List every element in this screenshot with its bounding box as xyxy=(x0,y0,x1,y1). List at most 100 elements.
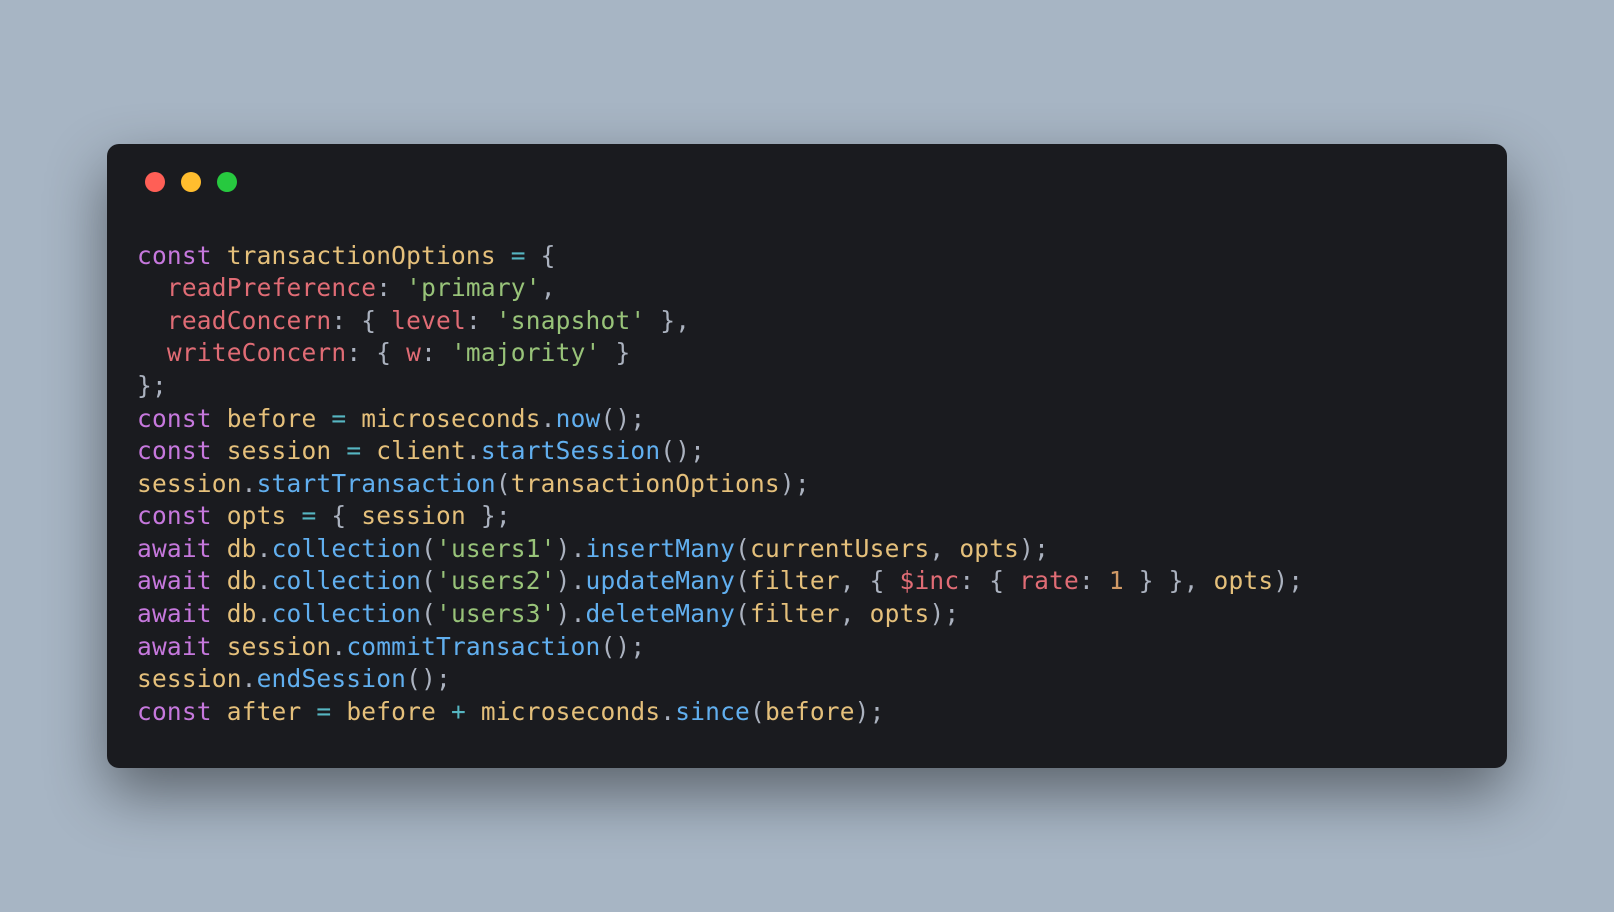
code-token: rate xyxy=(1019,566,1079,595)
code-token: session xyxy=(227,436,332,465)
close-icon[interactable] xyxy=(145,172,165,192)
code-token: 'majority' xyxy=(451,338,601,367)
code-token: microseconds xyxy=(361,404,540,433)
code-token: transactionOptions xyxy=(511,469,780,498)
code-token: ( xyxy=(735,566,750,595)
code-token: startTransaction xyxy=(257,469,496,498)
code-token xyxy=(466,697,481,726)
code-token: startSession xyxy=(481,436,660,465)
code-token: }; xyxy=(137,371,167,400)
code-token: await xyxy=(137,632,227,661)
code-token: opts xyxy=(870,599,930,628)
code-token: ); xyxy=(780,469,810,498)
code-line: readPreference: 'primary', xyxy=(137,273,556,302)
code-token: . xyxy=(257,566,272,595)
code-token: opts xyxy=(959,534,1019,563)
code-line: }; xyxy=(137,371,167,400)
code-token: : xyxy=(421,338,451,367)
code-token: : xyxy=(1079,566,1109,595)
code-token: const xyxy=(137,404,227,433)
code-token: : { xyxy=(959,566,1019,595)
code-line: readConcern: { level: 'snapshot' }, xyxy=(137,306,690,335)
code-token: } xyxy=(601,338,631,367)
code-token: const xyxy=(137,697,227,726)
code-token: + xyxy=(451,697,466,726)
code-token: before xyxy=(346,697,436,726)
code-token: await xyxy=(137,566,227,595)
code-token: (); xyxy=(600,404,645,433)
code-token xyxy=(496,241,511,270)
code-token: ( xyxy=(496,469,511,498)
code-token: updateMany xyxy=(586,566,736,595)
code-token: ( xyxy=(735,599,750,628)
code-token: . xyxy=(331,632,346,661)
code-token: db xyxy=(227,534,257,563)
code-line: const opts = { session }; xyxy=(137,501,511,530)
code-token: . xyxy=(541,404,556,433)
code-token: const xyxy=(137,501,227,530)
code-line: session.endSession(); xyxy=(137,664,451,693)
code-token: (); xyxy=(406,664,451,693)
window-controls xyxy=(145,172,1477,192)
code-token: ). xyxy=(556,534,586,563)
code-token: before xyxy=(765,697,855,726)
code-line: const session = client.startSession(); xyxy=(137,436,705,465)
code-token: readPreference xyxy=(167,273,376,302)
code-token xyxy=(331,436,346,465)
code-window: const transactionOptions = { readPrefere… xyxy=(107,144,1507,769)
code-token: session xyxy=(137,664,242,693)
code-token: ( xyxy=(750,697,765,726)
code-token: . xyxy=(660,697,675,726)
code-token xyxy=(361,436,376,465)
code-token: = xyxy=(316,697,331,726)
code-token: , { xyxy=(840,566,900,595)
code-token xyxy=(287,501,302,530)
code-token: . xyxy=(242,664,257,693)
code-token: client xyxy=(376,436,466,465)
code-token: ( xyxy=(735,534,750,563)
code-token: ); xyxy=(1019,534,1049,563)
code-token: ). xyxy=(556,599,586,628)
code-token xyxy=(137,306,167,335)
code-token: session xyxy=(227,632,332,661)
maximize-icon[interactable] xyxy=(217,172,237,192)
code-token: level xyxy=(391,306,466,335)
code-token xyxy=(301,697,316,726)
code-token xyxy=(316,404,331,433)
code-token: . xyxy=(242,469,257,498)
code-line: const transactionOptions = { xyxy=(137,241,556,270)
code-token: readConcern xyxy=(167,306,331,335)
code-token: (); xyxy=(600,632,645,661)
code-token: collection xyxy=(272,534,422,563)
code-token: now xyxy=(556,404,601,433)
code-token: transactionOptions xyxy=(227,241,496,270)
code-token: w xyxy=(406,338,421,367)
code-token: , xyxy=(840,599,870,628)
code-token: = xyxy=(346,436,361,465)
code-token: opts xyxy=(1214,566,1274,595)
code-line: const after = before + microseconds.sinc… xyxy=(137,697,885,726)
code-token: ); xyxy=(855,697,885,726)
code-token: { xyxy=(316,501,361,530)
code-token: commitTransaction xyxy=(346,632,600,661)
code-token: } }, xyxy=(1124,566,1214,595)
code-token: collection xyxy=(272,599,422,628)
code-block: const transactionOptions = { readPrefere… xyxy=(137,240,1477,729)
minimize-icon[interactable] xyxy=(181,172,201,192)
code-token: . xyxy=(466,436,481,465)
code-token xyxy=(346,404,361,433)
code-token: const xyxy=(137,436,227,465)
code-token: : { xyxy=(346,338,406,367)
code-token xyxy=(436,697,451,726)
code-token: deleteMany xyxy=(586,599,736,628)
code-token: ( xyxy=(421,599,436,628)
code-token: filter xyxy=(750,566,840,595)
code-token: session xyxy=(137,469,242,498)
code-token: before xyxy=(227,404,317,433)
code-token: insertMany xyxy=(586,534,736,563)
code-token: (); xyxy=(660,436,705,465)
code-token: microseconds xyxy=(481,697,660,726)
code-token: 'users1' xyxy=(436,534,556,563)
code-token: ( xyxy=(421,534,436,563)
code-token: opts xyxy=(227,501,287,530)
